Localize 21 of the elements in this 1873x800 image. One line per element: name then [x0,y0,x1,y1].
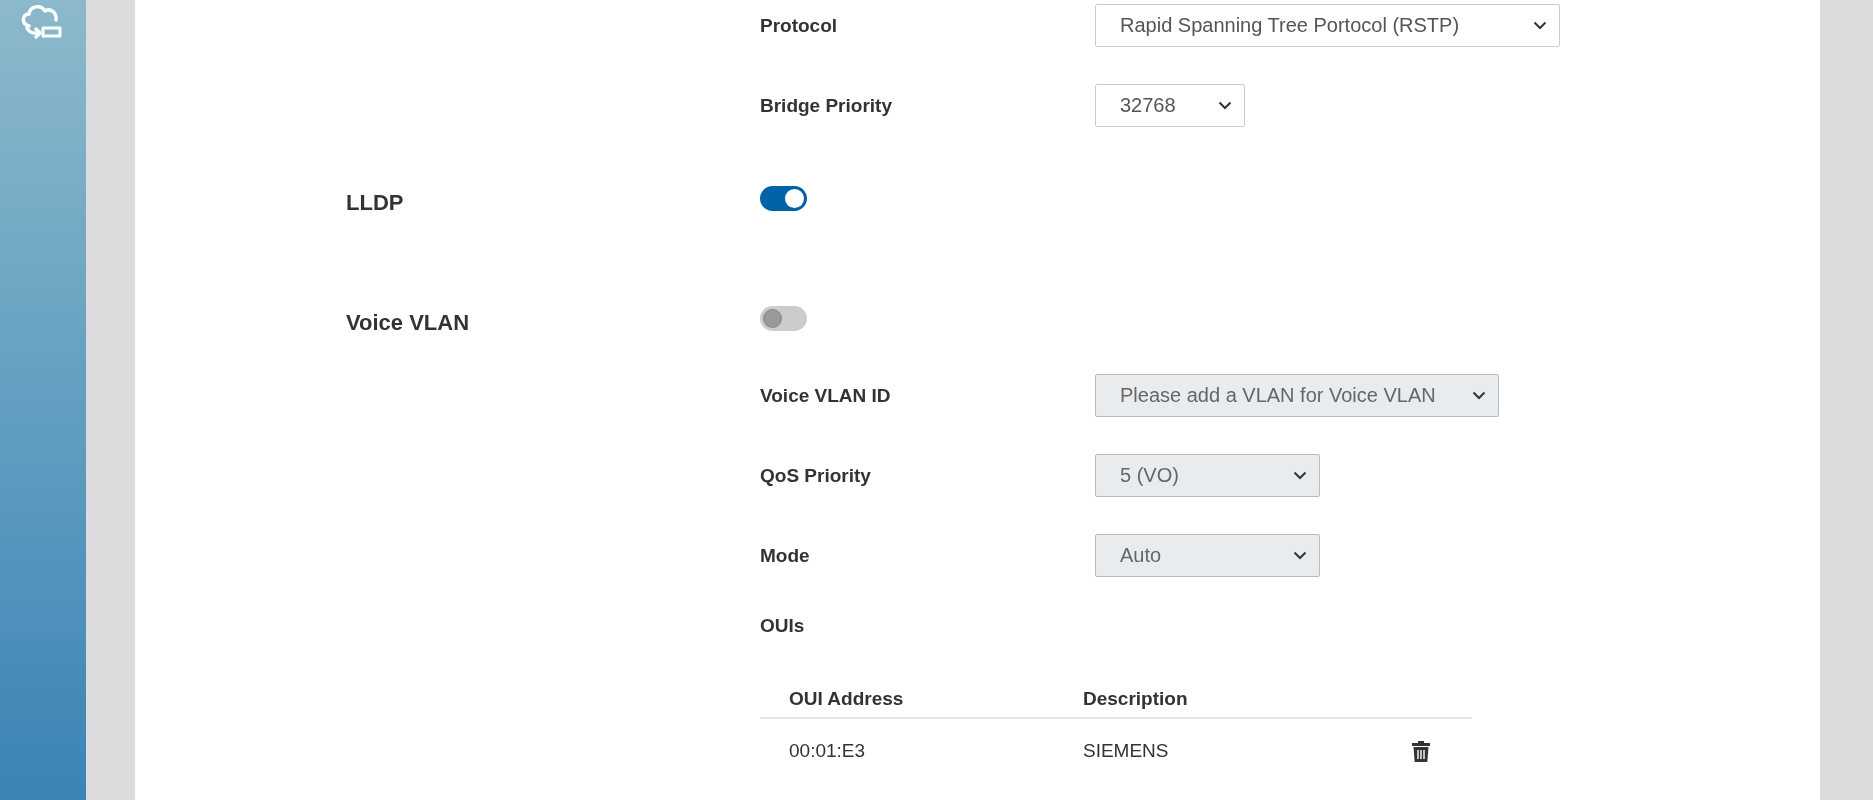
field-label: Bridge Priority [760,94,893,117]
field-label: Voice VLAN ID [760,384,892,407]
field-label: Protocol [760,14,839,37]
chevron-down-icon [1218,101,1232,110]
column-header: OUI Address [789,688,905,710]
section-label: OUIs [760,614,806,638]
section-title: Voice VLAN [346,310,471,336]
table-cell-text: 00:01:E3 [789,740,867,762]
chevron-down-icon [1472,391,1486,400]
toggle-switch[interactable] [760,186,807,211]
dropdown[interactable]: 32768 [1095,84,1245,127]
section-title: LLDP [346,190,405,216]
column-header: Description [1083,688,1189,710]
field-label: Mode [760,544,811,567]
chevron-down-icon [1293,551,1307,560]
chevron-down-icon [1293,471,1307,480]
dropdown[interactable]: Rapid Spanning Tree Portocol (RSTP) [1095,4,1560,47]
trash-icon[interactable] [1412,740,1430,762]
chevron-down-icon [1533,21,1547,30]
field-label: QoS Priority [760,464,872,487]
table-cell-text: SIEMENS [1083,740,1170,762]
